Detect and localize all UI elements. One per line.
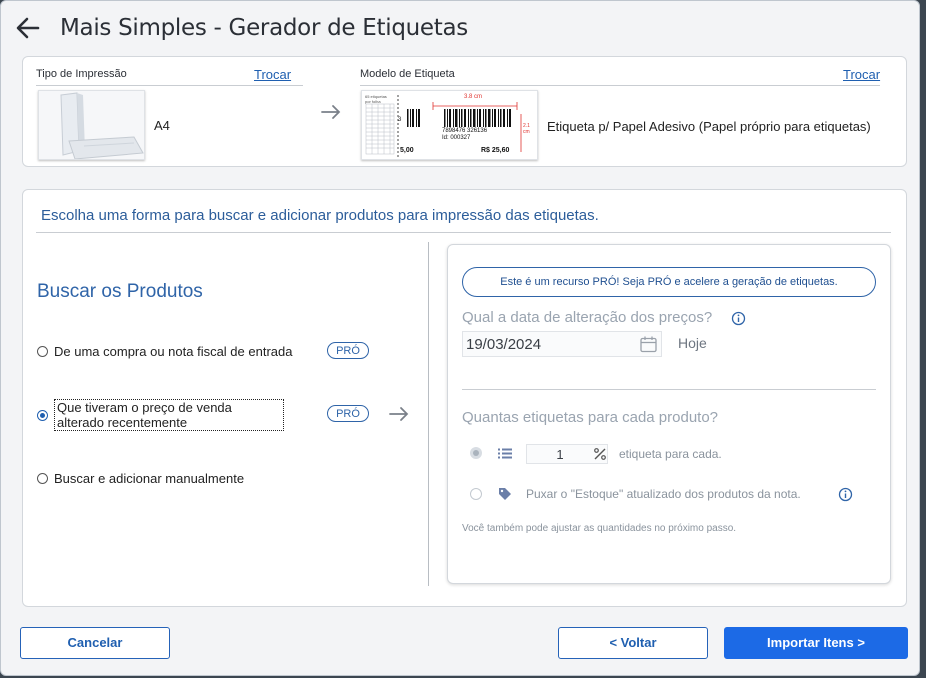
tag-icon [499, 488, 511, 500]
page-title: Mais Simples - Gerador de Etiquetas [60, 15, 468, 41]
sheet-count-text: 65 etiquetas por folha [365, 94, 387, 104]
pull-stock-label: Puxar o "Estoque" atualizado dos produto… [526, 487, 801, 501]
pro-badge: PRÓ [327, 342, 369, 359]
pro-badge: PRÓ [327, 405, 369, 422]
label-price: R$ 25,60 [481, 147, 510, 154]
info-icon[interactable] [838, 487, 853, 502]
label-model-value: Etiqueta p/ Papel Adesivo (Papel próprio… [547, 119, 871, 134]
vertical-divider [428, 242, 429, 586]
product-id-text: Id: 000327 [442, 135, 471, 141]
option-label: Buscar e adicionar manualmente [54, 471, 245, 486]
option-label: Que tiveram o preço de venda alterado re… [54, 399, 284, 431]
label-digit-text: 3 [398, 117, 402, 123]
print-type-label: Tipo de Impressão [36, 68, 127, 80]
search-section-title: Buscar os Produtos [37, 281, 203, 302]
radio-per-product[interactable] [470, 447, 482, 459]
label-height-text: 2.1 cm [523, 123, 530, 135]
barcode-number-text: 7898476 326136 [442, 128, 488, 134]
option-price-changed[interactable]: Que tiveram o preço de venda alterado re… [37, 399, 284, 431]
divider [462, 389, 876, 390]
arrow-right-icon [389, 407, 409, 421]
cancel-button[interactable]: Cancelar [20, 627, 170, 659]
divider [36, 85, 303, 86]
arrow-right-icon [321, 105, 341, 119]
small-barcode-icon [407, 109, 420, 127]
a4-printer-image [38, 90, 145, 160]
change-print-type-link[interactable]: Trocar [254, 67, 291, 82]
barcode-icon [444, 109, 511, 127]
option-purchase-invoice[interactable]: De uma compra ou nota fiscal de entrada [37, 344, 292, 359]
radio-price-changed[interactable] [37, 409, 48, 421]
percent-icon[interactable] [593, 447, 607, 461]
date-value: 19/03/2024 [466, 336, 542, 353]
label-price-small: 5,00 [400, 147, 414, 154]
quantity-note: Você também pode ajustar as quantidades … [462, 523, 737, 534]
print-type-value: A4 [154, 118, 170, 133]
label-model-label: Modelo de Etiqueta [360, 68, 455, 80]
back-arrow-icon[interactable] [13, 13, 43, 43]
quantity-suffix: etiqueta para cada. [619, 447, 722, 461]
print-settings-panel: Tipo de Impressão Trocar A4 Modelo de Et… [22, 56, 907, 167]
quantity-value: 1 [556, 447, 564, 462]
label-width-text: 3.8 cm [464, 94, 483, 100]
search-panel: Escolha uma forma para buscar e adiciona… [22, 189, 907, 607]
date-input[interactable]: 19/03/2024 [462, 331, 662, 357]
calendar-icon[interactable] [639, 335, 658, 354]
dialog-window: Mais Simples - Gerador de Etiquetas Tipo… [0, 0, 920, 676]
info-icon[interactable] [731, 311, 746, 326]
quantity-input[interactable]: 1 [526, 444, 608, 464]
divider [360, 85, 880, 86]
list-icon [498, 448, 512, 459]
change-label-model-link[interactable]: Trocar [843, 67, 880, 82]
divider [36, 232, 891, 233]
header: Mais Simples - Gerador de Etiquetas [1, 1, 919, 53]
radio-purchase-invoice[interactable] [37, 346, 48, 357]
date-question: Qual a data de alteração dos preços? [462, 309, 713, 326]
pro-options-panel: Este é um recurso PRÓ! Seja PRÓ e aceler… [447, 244, 891, 584]
quantity-question: Quantas etiquetas para cada produto? [462, 409, 719, 426]
today-button[interactable]: Hoje [678, 335, 707, 351]
radio-pull-stock[interactable] [470, 488, 482, 500]
pro-feature-banner[interactable]: Este é um recurso PRÓ! Seja PRÓ e aceler… [462, 267, 876, 297]
label-preview-image: 65 etiquetas por folha 3 3.8 cm 2.1 cm 7… [361, 90, 538, 160]
option-manual[interactable]: Buscar e adicionar manualmente [37, 471, 244, 486]
instruction-text: Escolha uma forma para buscar e adiciona… [41, 207, 599, 224]
back-button[interactable]: < Voltar [558, 627, 708, 659]
import-items-button[interactable]: Importar Itens > [724, 627, 908, 659]
radio-manual[interactable] [37, 473, 48, 484]
option-label: De uma compra ou nota fiscal de entrada [54, 344, 293, 359]
